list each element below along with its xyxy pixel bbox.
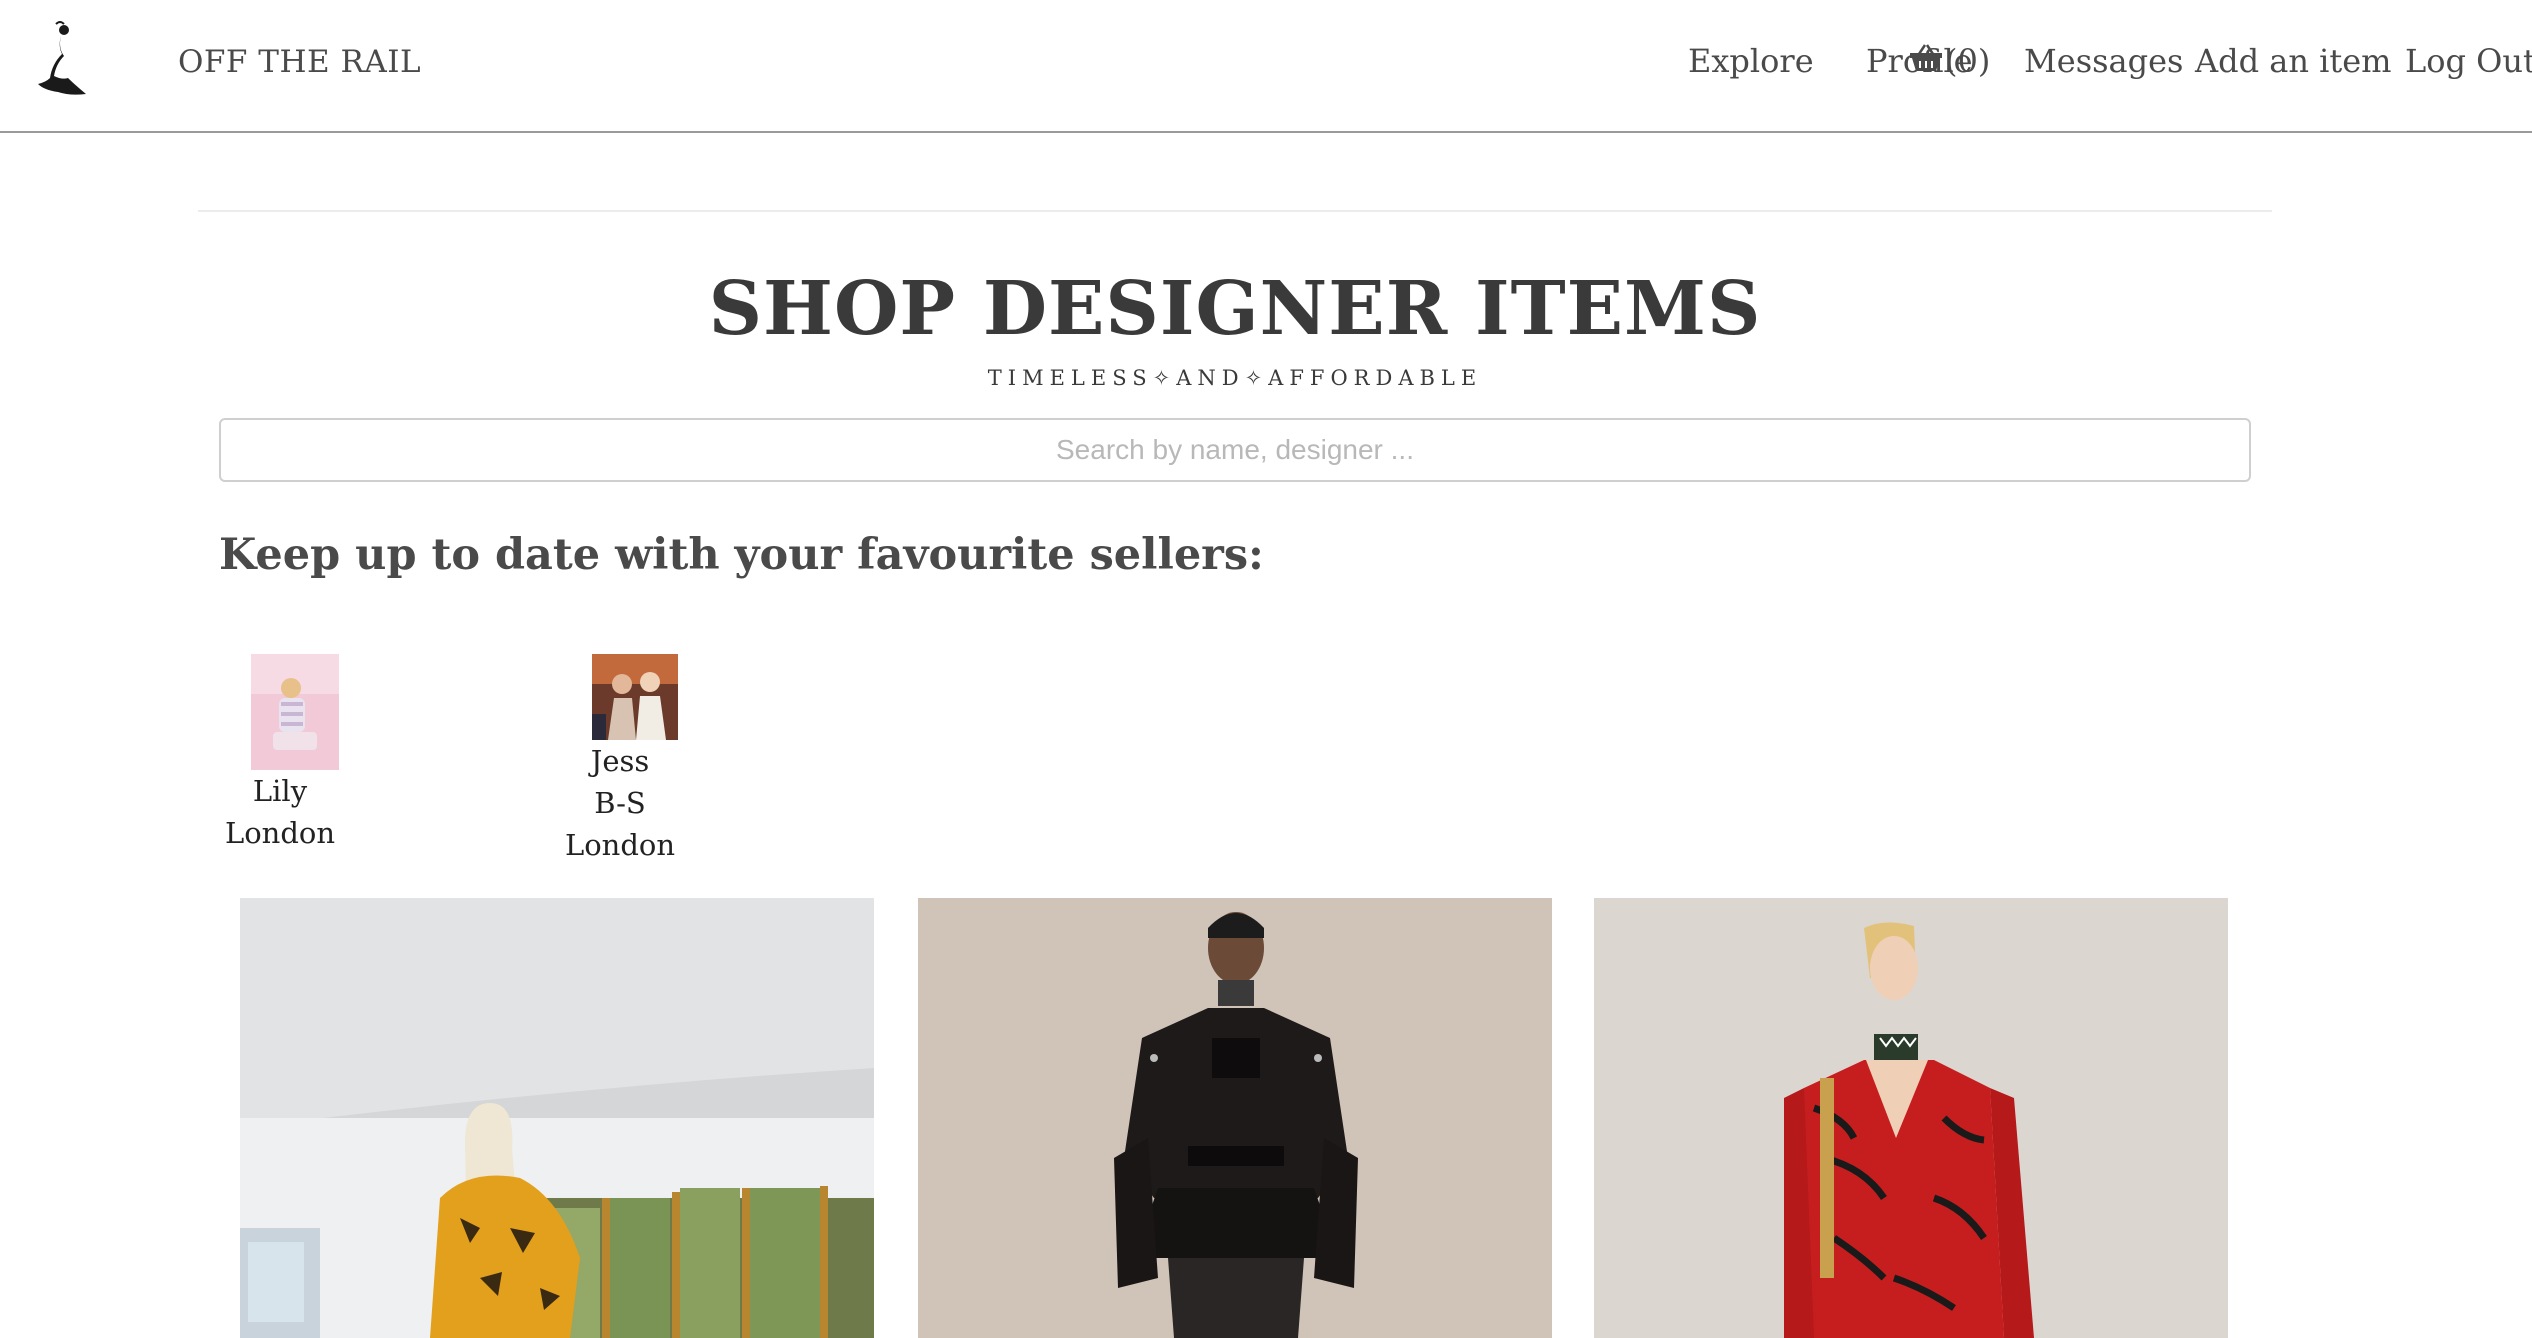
nav-explore[interactable]: Explore xyxy=(1688,42,1814,80)
nav-messages[interactable]: Messages xyxy=(2024,42,2183,80)
seller-name-line2: B-S xyxy=(594,786,646,820)
page-subtitle: TIMELESS✧AND✧AFFORDABLE xyxy=(987,366,1483,390)
seller-location: London xyxy=(564,828,676,862)
seller-avatar xyxy=(592,654,678,740)
basket-count: (0) xyxy=(1945,42,1991,80)
nav-logout[interactable]: Log Out xyxy=(2405,42,2532,80)
divider xyxy=(198,210,2272,212)
brand-name[interactable]: OFF THE RAIL xyxy=(178,44,421,80)
page-title: SHOP DESIGNER ITEMS xyxy=(708,266,1762,352)
navbar: OFF THE RAIL Explore Profile (0) Message… xyxy=(0,0,2532,133)
seller-card[interactable]: Jess B-S London xyxy=(565,654,690,866)
seller-avatar xyxy=(251,654,339,770)
product-card[interactable] xyxy=(918,898,1552,1338)
product-card[interactable] xyxy=(1594,898,2228,1338)
seller-name: Lily xyxy=(252,774,308,808)
nav-basket[interactable]: (0) xyxy=(1909,42,1990,80)
basket-icon xyxy=(1909,42,1943,80)
product-image xyxy=(240,898,874,1338)
nav-add-item[interactable]: Add an item xyxy=(2195,42,2391,80)
seller-name-line1: Jess xyxy=(590,744,650,778)
seller-card[interactable]: Lily London xyxy=(225,654,350,854)
search-input[interactable] xyxy=(219,418,2251,482)
product-image xyxy=(1594,898,2228,1338)
seller-location: London xyxy=(224,816,336,850)
product-image xyxy=(918,898,1552,1338)
favourite-sellers-heading: Keep up to date with your favourite sell… xyxy=(219,530,1264,580)
product-card[interactable] xyxy=(240,898,874,1338)
logo-icon[interactable] xyxy=(34,18,94,98)
